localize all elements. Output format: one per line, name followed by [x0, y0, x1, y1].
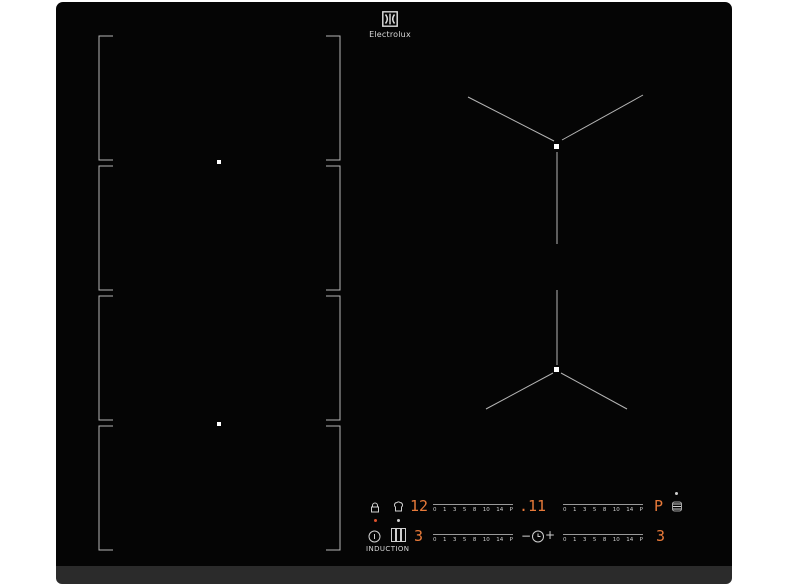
slider-tick: 8: [602, 537, 607, 543]
slider-tick: 5: [592, 537, 597, 543]
slider-tick: 8: [472, 537, 477, 543]
electrolux-logo-icon: [382, 11, 398, 27]
slider-tick: 3: [452, 537, 457, 543]
slider-tick: 3: [452, 507, 457, 513]
slider-tick: 0: [433, 507, 437, 513]
slider-tick: 5: [462, 507, 467, 513]
zone-power-display: 3: [414, 527, 424, 545]
hob-to-hood-icon[interactable]: [672, 501, 682, 512]
zone-center-marker: [217, 160, 221, 164]
power-slider[interactable]: 0 1 3 5 8 10 14 P: [433, 504, 513, 516]
slider-tick: 0: [563, 537, 567, 543]
slider-tick: 5: [462, 537, 467, 543]
right-front-zone-marking: [485, 290, 628, 410]
slider-tick: P: [639, 507, 643, 513]
slider-tick: 1: [442, 537, 447, 543]
indicator-dot: [374, 519, 377, 522]
slider-tick: 10: [612, 537, 620, 543]
slider-track: [433, 504, 513, 505]
chef-hat-icon[interactable]: [393, 500, 404, 513]
slider-labels: 0 1 3 5 8 10 14 P: [433, 507, 513, 513]
timer-display: .11: [519, 497, 547, 515]
slider-tick: 3: [582, 537, 587, 543]
zone-center-marker: [554, 367, 559, 372]
bridge-icon[interactable]: [391, 528, 406, 542]
slider-track: [563, 504, 643, 505]
slider-labels: 0 1 3 5 8 10 14 P: [433, 537, 513, 543]
cooking-zone-markings: [98, 35, 644, 551]
slider-tick: 14: [626, 537, 634, 543]
slider-tick: 0: [433, 537, 437, 543]
lock-icon[interactable]: [370, 502, 380, 513]
brand-name: Electrolux: [369, 30, 411, 39]
power-slider[interactable]: 0 1 3 5 8 10 14 P: [563, 504, 643, 516]
left-zone-outline-2: [98, 165, 341, 291]
slider-tick: 5: [592, 507, 597, 513]
slider-track: [433, 534, 513, 535]
slider-tick: 1: [572, 537, 577, 543]
slider-tick: 1: [572, 507, 577, 513]
slider-tick: 14: [626, 507, 634, 513]
power-slider[interactable]: 0 1 3 5 8 10 14 P: [433, 534, 513, 546]
slider-labels: 0 1 3 5 8 10 14 P: [563, 537, 643, 543]
slider-tick: 10: [612, 507, 620, 513]
slider-tick: 8: [472, 507, 477, 513]
slider-track: [563, 534, 643, 535]
zone-power-display: P: [654, 497, 664, 515]
power-icon[interactable]: [368, 530, 381, 543]
zone-power-display: 12: [410, 497, 429, 515]
induction-label: INDUCTION: [366, 545, 410, 553]
slider-tick: 14: [496, 507, 504, 513]
slider-tick: 8: [602, 507, 607, 513]
indicator-dot: [675, 492, 678, 495]
slider-tick: 14: [496, 537, 504, 543]
slider-tick: P: [639, 537, 643, 543]
timer-plus-button[interactable]: +: [545, 529, 555, 541]
timer-icon: [532, 530, 544, 543]
slider-tick: 10: [482, 507, 490, 513]
slider-tick: 0: [563, 507, 567, 513]
zone-center-marker: [554, 144, 559, 149]
timer-minus-button[interactable]: −: [521, 530, 531, 542]
brand-logo: Electrolux: [360, 10, 420, 39]
slider-tick: P: [509, 507, 513, 513]
left-zone-outline-4: [98, 425, 341, 551]
zone-power-display: 3: [656, 527, 666, 545]
slider-tick: 10: [482, 537, 490, 543]
left-zone-outline-3: [98, 295, 341, 421]
right-rear-zone-marking: [467, 94, 644, 244]
left-zone-outline-1: [98, 35, 341, 161]
slider-labels: 0 1 3 5 8 10 14 P: [563, 507, 643, 513]
slider-tick: 1: [442, 507, 447, 513]
slider-tick: 3: [582, 507, 587, 513]
power-slider[interactable]: 0 1 3 5 8 10 14 P: [563, 534, 643, 546]
slider-tick: P: [509, 537, 513, 543]
zone-center-marker: [217, 422, 221, 426]
indicator-dot: [397, 519, 400, 522]
